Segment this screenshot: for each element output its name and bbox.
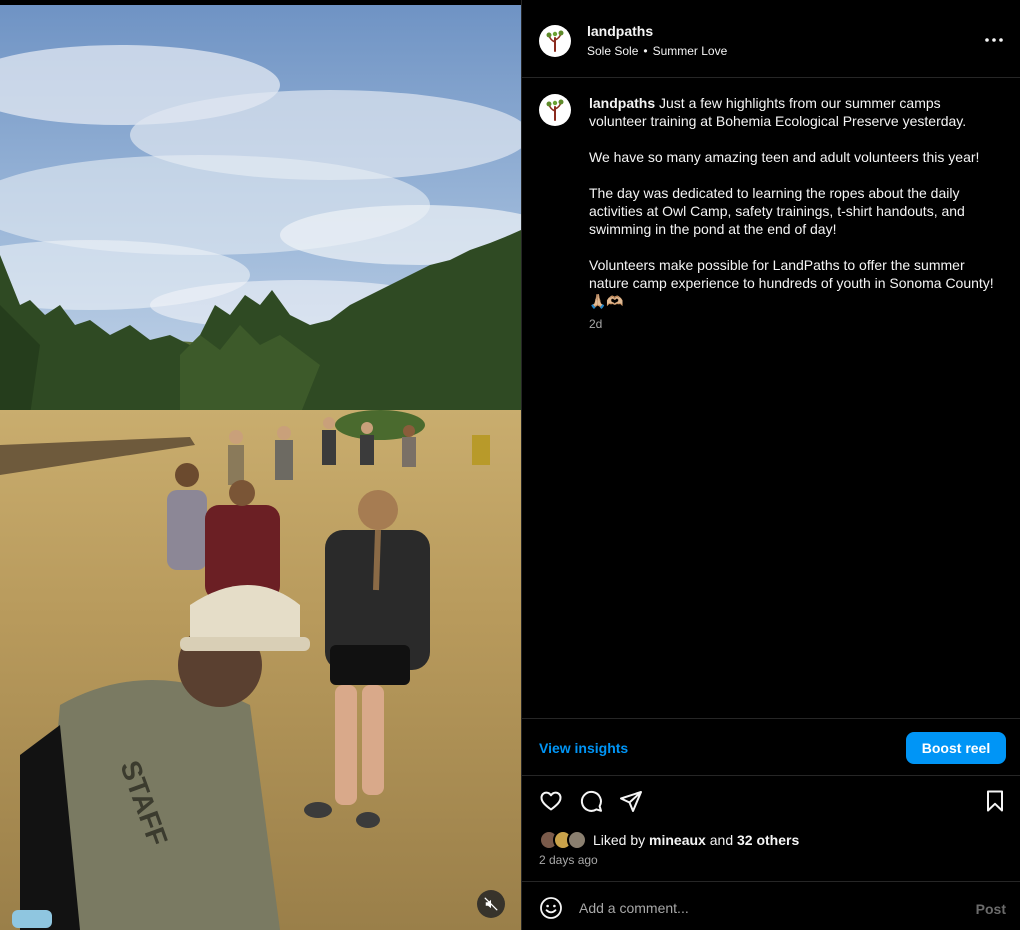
like-button[interactable]: [538, 788, 564, 814]
save-button[interactable]: [982, 788, 1008, 814]
caption-paragraph: The day was dedicated to learning the ro…: [589, 185, 965, 237]
share-icon: [620, 791, 642, 812]
likes-summary[interactable]: Liked by mineaux and 32 others: [539, 830, 799, 850]
emoji-button[interactable]: [539, 896, 563, 920]
share-button[interactable]: [618, 788, 644, 814]
account-avatar[interactable]: [539, 25, 571, 57]
post-comment-button[interactable]: Post: [976, 901, 1006, 917]
caption-avatar[interactable]: [539, 94, 571, 126]
likes-others-count[interactable]: 32 others: [737, 832, 799, 848]
audio-artist: Sole Sole: [587, 44, 639, 58]
caption-paragraph: Volunteers make possible for LandPaths t…: [589, 257, 994, 309]
video-frame-image: STAFF: [0, 5, 521, 930]
liker-avatars: [539, 830, 591, 850]
audio-separator: •: [643, 44, 648, 58]
likes-text: Liked by mineaux and 32 others: [593, 832, 799, 848]
caption-username[interactable]: landpaths: [589, 95, 655, 111]
post-caption: landpaths Just a few highlights from our…: [589, 94, 994, 310]
landpaths-logo-icon: [543, 98, 567, 122]
audio-track: Summer Love: [652, 44, 728, 58]
liker-username[interactable]: mineaux: [649, 832, 706, 848]
audio-attribution[interactable]: Sole Sole • Summer Love: [587, 44, 727, 58]
post-details-panel: landpaths Sole Sole • Summer Love landpa…: [521, 0, 1020, 930]
comment-icon: [580, 790, 602, 812]
account-username[interactable]: landpaths: [587, 23, 653, 39]
muted-audio-icon: [484, 897, 498, 911]
boost-reel-button[interactable]: Boost reel: [906, 732, 1006, 764]
post-header: landpaths Sole Sole • Summer Love: [522, 0, 1020, 78]
add-comment-bar: Post: [522, 881, 1020, 930]
emoji-icon: [540, 897, 562, 919]
comment-button[interactable]: [578, 788, 604, 814]
more-options-icon: [985, 38, 1003, 42]
liker-avatar: [567, 830, 587, 850]
likes-conjunction: and: [709, 832, 734, 848]
caption-section: landpaths Just a few highlights from our…: [522, 78, 1020, 718]
more-options-button[interactable]: [983, 30, 1005, 50]
heart-icon: [540, 791, 562, 811]
likes-prefix: Liked by: [593, 832, 646, 848]
caption-paragraph: We have so many amazing teen and adult v…: [589, 149, 980, 165]
caption-timestamp[interactable]: 2d: [589, 317, 602, 331]
post-actions: [522, 788, 1020, 816]
caption-paragraph: landpaths Just a few highlights from our…: [589, 94, 994, 130]
comment-input[interactable]: [579, 894, 959, 922]
reel-video[interactable]: STAFF: [0, 0, 521, 930]
mute-toggle-button[interactable]: [477, 890, 505, 918]
landpaths-logo-icon: [543, 29, 567, 53]
bookmark-icon: [987, 790, 1003, 812]
view-insights-link[interactable]: View insights: [539, 740, 628, 756]
post-date: 2 days ago: [539, 853, 598, 867]
insights-bar: View insights Boost reel: [522, 718, 1020, 776]
